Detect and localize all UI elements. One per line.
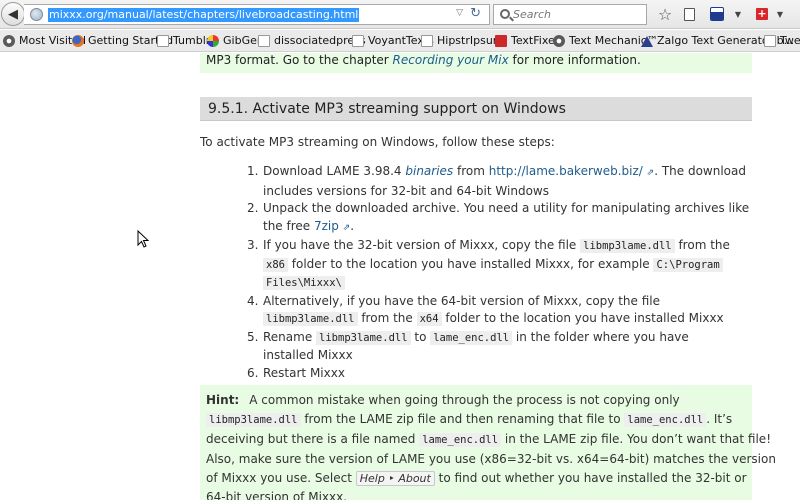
navigation-toolbar: ◀ mixxx.org/manual/latest/chapters/liveb… (0, 0, 800, 29)
code-literal: x86 (263, 257, 288, 272)
code-literal: libmp3lame.dll (580, 239, 675, 253)
intro-text: To activate MP3 streaming on Windows, fo… (200, 135, 555, 149)
code-literal: lame_enc.dll (419, 433, 502, 447)
recording-your-mix-link[interactable]: Recording your Mix (393, 53, 509, 67)
clipboard-icon[interactable] (681, 4, 697, 24)
list-item: 4. Alternatively, if you have the 64-bit… (247, 293, 724, 326)
addon-cross-icon[interactable]: + (755, 4, 769, 24)
save-icon[interactable] (710, 4, 724, 24)
list-item: 5. Rename libmp3lame.dll to lame_enc.dll… (247, 329, 689, 363)
firefox-icon (72, 35, 84, 47)
hint-box: Hint: A common mistake when going through… (200, 385, 776, 500)
addon-dropdown-icon[interactable]: ▼ (775, 4, 785, 24)
reload-icon[interactable]: ↻ (470, 6, 481, 21)
page-icon (421, 35, 433, 47)
code-literal: libmp3lame.dll (206, 413, 301, 427)
menu-selection: Help ‣ About (355, 471, 435, 486)
bookmark-twee[interactable]: Twee (764, 33, 800, 49)
list-item: 3. If you have the 32-bit version of Mix… (247, 238, 730, 290)
back-button[interactable]: ◀ (1, 2, 25, 26)
list-item: 6. Restart Mixxx (247, 365, 345, 380)
url-bar[interactable]: mixxx.org/manual/latest/chapters/livebro… (24, 4, 490, 25)
bookmark-gibgen[interactable]: GibGen (207, 33, 264, 49)
mouse-cursor-icon (137, 230, 149, 248)
textfixer-icon (495, 35, 507, 47)
gibgen-icon (207, 35, 219, 47)
7zip-link[interactable]: 7zip (314, 219, 339, 233)
binaries-link[interactable]: binaries (405, 164, 453, 178)
code-literal: libmp3lame.dll (316, 330, 411, 345)
url-text[interactable]: mixxx.org/manual/latest/chapters/livebro… (48, 8, 360, 22)
note-text: MP3 format. Go to the chapter Recording … (206, 53, 641, 67)
code-literal: lame_enc.dll (624, 413, 707, 427)
bookmark-hipstripsum[interactable]: HipstrIpsum (421, 33, 504, 49)
lame-bakerweb-link[interactable]: http://lame.bakerweb.biz/ (489, 164, 643, 178)
page-icon (352, 35, 364, 47)
bookmark-tumblr[interactable]: Tumblr (157, 33, 210, 49)
code-literal: C:\Program (653, 257, 723, 272)
hint-title: Hint: (206, 393, 240, 407)
code-literal: lame_enc.dll (430, 330, 513, 345)
code-literal: Files\Mixxx\ (263, 276, 345, 290)
bookmark-textfixer[interactable]: TextFixer (495, 33, 559, 49)
search-icon (500, 9, 510, 19)
list-item: 2. Unpack the downloaded archive. You ne… (247, 201, 750, 233)
back-arrow-icon: ◀ (8, 6, 18, 22)
gear-icon (3, 35, 15, 47)
steps-list: 1. Download LAME 3.98.4 binaries from ht… (247, 163, 750, 382)
page-icon (764, 35, 776, 47)
note-box: MP3 format. Go to the chapter Recording … (200, 53, 752, 73)
site-identity-icon[interactable] (30, 8, 43, 21)
code-literal: libmp3lame.dll (263, 312, 358, 326)
page-content: MP3 format. Go to the chapter Recording … (0, 53, 800, 500)
bookmark-dissociatedpress[interactable]: dissociatedpress (258, 33, 366, 49)
page-icon (258, 35, 270, 47)
zalgo-icon (641, 35, 653, 47)
url-history-dropdown-icon[interactable]: ▽ (456, 8, 463, 18)
bookmarks-toolbar: Most Visited Getting Started Tumblr GibG… (0, 30, 800, 52)
code-literal: x64 (416, 312, 442, 326)
section-heading: 9.5.1. Activate MP3 streaming support on… (200, 97, 752, 121)
search-input[interactable] (513, 7, 641, 22)
hint-text: Hint: A common mistake when going through… (206, 393, 776, 500)
save-dropdown-icon[interactable]: ▼ (733, 4, 743, 24)
mechanic-icon (553, 35, 565, 47)
search-box[interactable] (493, 4, 647, 25)
page-icon (157, 35, 169, 47)
section-title: 9.5.1. Activate MP3 streaming support on… (208, 101, 566, 117)
list-item: 1. Download LAME 3.98.4 binaries from ht… (247, 164, 746, 198)
bookmark-star-icon[interactable]: ☆ (655, 4, 675, 24)
